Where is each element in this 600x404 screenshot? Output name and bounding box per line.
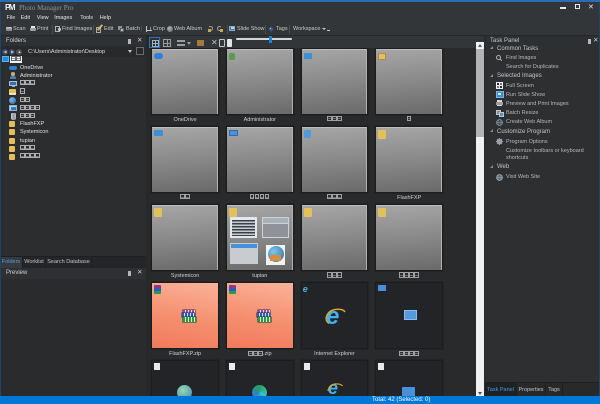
svg-text:e: e xyxy=(326,303,339,330)
